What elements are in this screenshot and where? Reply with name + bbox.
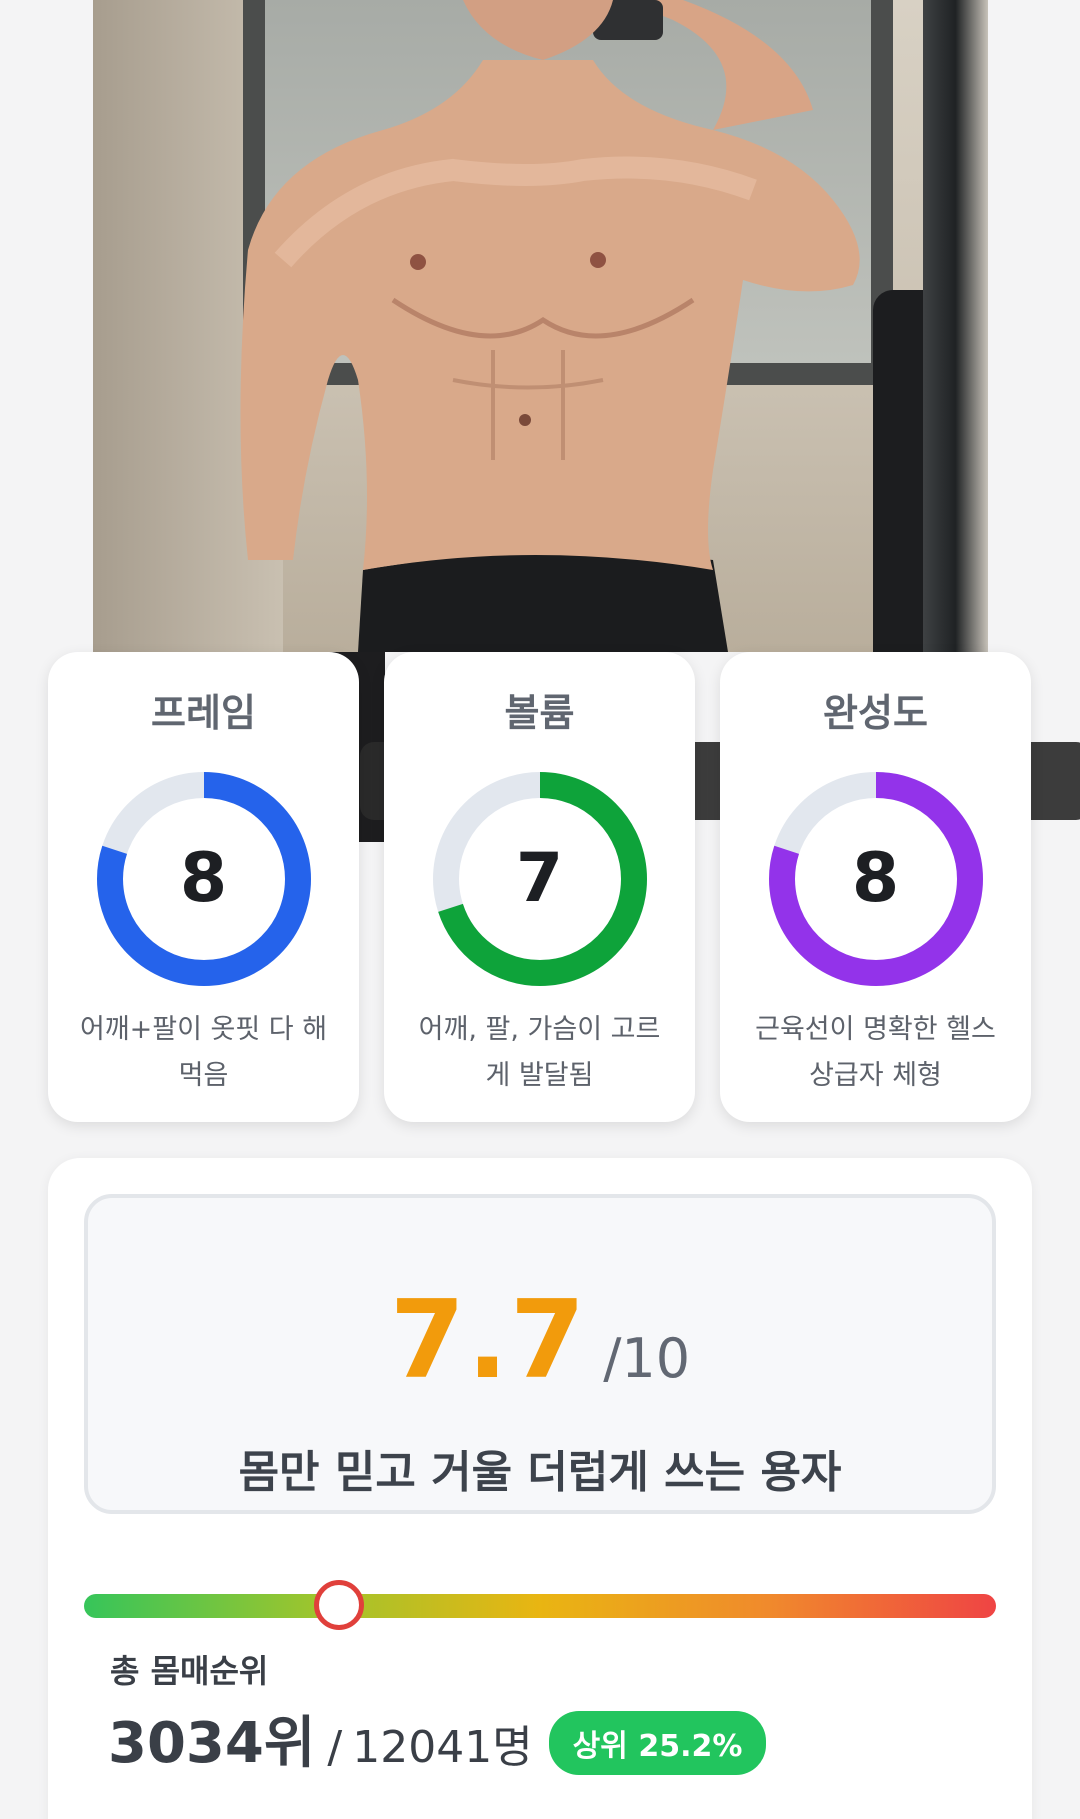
card-description: 어깨+팔이 옷핏 다 해 먹음	[79, 1014, 328, 1091]
person-figure	[240, 0, 860, 652]
card-title: 볼륨	[504, 691, 575, 735]
score-max: /10	[603, 1327, 691, 1390]
rank-total: 12041명	[352, 1722, 533, 1773]
card-score: 7	[515, 839, 564, 918]
card-score: 8	[179, 839, 228, 918]
percentile-badge: 상위 25.2%	[548, 1710, 767, 1775]
score-card-volume: 볼륨 7 어깨, 팔, 가슴이 고르 게 발달됨	[384, 652, 695, 1122]
body-photo	[93, 0, 988, 652]
rank-separator: /	[327, 1722, 343, 1773]
card-score: 8	[851, 839, 900, 918]
result-panel: 7.7/10 몸만 믿고 거울 더럽게 쓰는 용자 총 몸매순위 3034위 /…	[48, 1158, 1032, 1819]
total-score-box: 7.7/10 몸만 믿고 거울 더럽게 쓰는 용자	[84, 1194, 996, 1514]
rank-row: 3034위 / 12041명 상위 25.2%	[108, 1698, 767, 1779]
card-description: 근육선이 명확한 헬스 상급자 체형	[755, 1014, 996, 1091]
score-card-completion: 완성도 8 근육선이 명확한 헬스 상급자 체형	[720, 652, 1031, 1122]
card-title: 완성도	[823, 691, 928, 735]
total-score: 7.7	[389, 1278, 588, 1403]
score-position-marker	[314, 1580, 365, 1630]
total-score-line: 7.7/10	[88, 1278, 992, 1403]
card-description: 어깨, 팔, 가슴이 고르 게 발달됨	[418, 1014, 661, 1091]
result-title: 몸만 믿고 거울 더럽게 쓰는 용자	[238, 1447, 842, 1498]
rank-label: 총 몸매순위	[110, 1652, 269, 1690]
score-card-frame: 프레임 8 어깨+팔이 옷핏 다 해 먹음	[48, 652, 359, 1122]
card-title: 프레임	[151, 691, 256, 735]
rank-number: 3034위	[108, 1711, 316, 1776]
score-gradient-bar	[84, 1580, 996, 1630]
